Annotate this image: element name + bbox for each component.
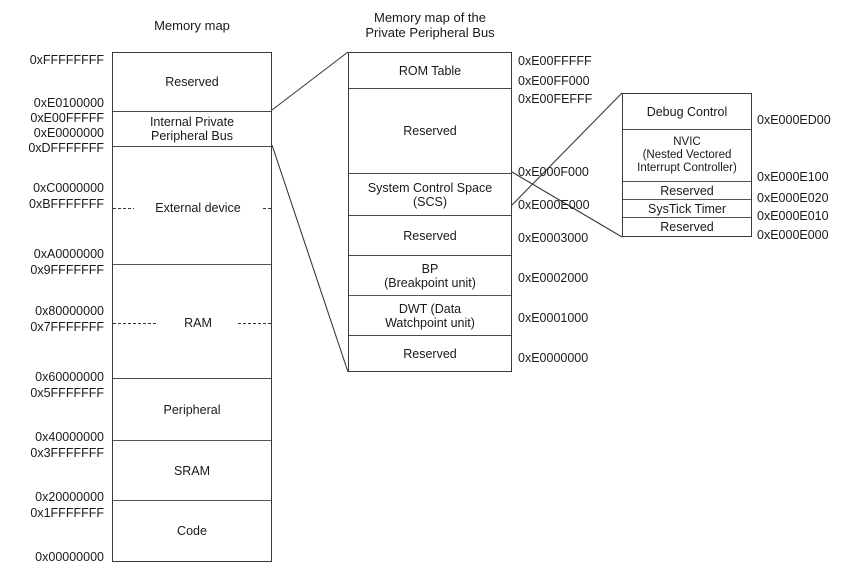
ppb-address-0xE00FEFFF: 0xE00FEFFF	[518, 92, 593, 106]
left-address-0xE00FFFFF: 0xE00FFFFF	[30, 111, 104, 125]
ppb-region-dwt-data-watchpoint-unit: DWT (Data Watchpoint unit)	[349, 295, 511, 335]
left-memory-map-box: Reserved Internal Private Peripheral Bus…	[112, 52, 272, 562]
region-sram: SRAM	[113, 440, 271, 500]
scs-region-reserved-1: Reserved	[623, 181, 751, 199]
scs-region-nvic: NVIC (Nested Vectored Interrupt Controll…	[623, 129, 751, 181]
region-peripheral: Peripheral	[113, 378, 271, 440]
left-address-0x1FFFFFFF: 0x1FFFFFFF	[30, 506, 104, 520]
left-address-0x80000000: 0x80000000	[35, 304, 104, 318]
ppb-address-0xE000F000: 0xE000F000	[518, 165, 589, 179]
ppb-region-system-control-space: System Control Space (SCS)	[349, 173, 511, 215]
ppb-address-0xE00FFFFF: 0xE00FFFFF	[518, 54, 592, 68]
region-code: Code	[113, 500, 271, 561]
region-internal-private-peripheral-bus: Internal Private Peripheral Bus	[113, 111, 271, 146]
ppb-address-0xE00FF000: 0xE00FF000	[518, 74, 590, 88]
scs-region-systick-timer: SysTick Timer	[623, 199, 751, 217]
left-map-title: Memory map	[154, 18, 230, 33]
region-reserved-top: Reserved	[165, 75, 219, 89]
ppb-address-0xE000E000: 0xE000E000	[518, 198, 590, 212]
left-address-0xE0100000: 0xE0100000	[33, 96, 104, 110]
left-address-0xA0000000: 0xA0000000	[33, 247, 104, 261]
scs-address-0xE000E000: 0xE000E000	[757, 228, 829, 242]
left-address-0xE0000000: 0xE0000000	[33, 126, 104, 140]
memory-map-diagram: Memory map Memory map of the Private Per…	[0, 0, 861, 586]
ppb-region-rom-table: ROM Table	[398, 63, 462, 78]
region-ram-label: RAM	[158, 316, 238, 330]
scs-region-debug-control: Debug Control	[646, 104, 728, 119]
left-address-0xBFFFFFFF: 0xBFFFFFFF	[29, 197, 104, 211]
ppb-address-0xE0001000: 0xE0001000	[518, 311, 589, 325]
left-address-0x00000000: 0x00000000	[35, 550, 104, 564]
scs-address-0xE000ED00: 0xE000ED00	[757, 113, 831, 127]
left-address-0x7FFFFFFF: 0x7FFFFFFF	[30, 320, 104, 334]
left-address-0x60000000: 0x60000000	[35, 370, 104, 384]
left-address-0x20000000: 0x20000000	[35, 490, 104, 504]
ppb-region-reserved-1: Reserved	[349, 88, 511, 173]
ppb-address-0xE0002000: 0xE0002000	[518, 271, 589, 285]
scs-address-0xE000E020: 0xE000E020	[757, 191, 829, 205]
ppb-address-0xE0003000: 0xE0003000	[518, 231, 589, 245]
scs-address-0xE000E010: 0xE000E010	[757, 209, 829, 223]
ppb-region-reserved-2: Reserved	[349, 215, 511, 255]
left-address-0xC0000000: 0xC0000000	[33, 181, 104, 195]
left-address-0x9FFFFFFF: 0x9FFFFFFF	[30, 263, 104, 277]
left-address-0x5FFFFFFF: 0x5FFFFFFF	[30, 386, 104, 400]
ppb-region-bp-breakpoint-unit: BP (Breakpoint unit)	[349, 255, 511, 295]
left-address-0x3FFFFFFF: 0x3FFFFFFF	[30, 446, 104, 460]
left-address-0xDFFFFFFF: 0xDFFFFFFF	[28, 141, 104, 155]
left-address-0x40000000: 0x40000000	[35, 430, 104, 444]
ppb-map-title: Memory map of the Private Peripheral Bus	[365, 10, 495, 40]
scs-region-reserved-2: Reserved	[623, 217, 751, 236]
ppb-memory-map-box: ROM Table Reserved System Control Space …	[348, 52, 512, 372]
scs-memory-map-box: Debug Control NVIC (Nested Vectored Inte…	[622, 93, 752, 237]
scs-address-0xE000E100: 0xE000E100	[757, 170, 829, 184]
region-external-device-label: External device	[134, 201, 262, 215]
ppb-region-reserved-3: Reserved	[349, 335, 511, 371]
left-address-0xFFFFFFFF: 0xFFFFFFFF	[29, 53, 104, 67]
ppb-address-0xE0000000: 0xE0000000	[518, 351, 589, 365]
